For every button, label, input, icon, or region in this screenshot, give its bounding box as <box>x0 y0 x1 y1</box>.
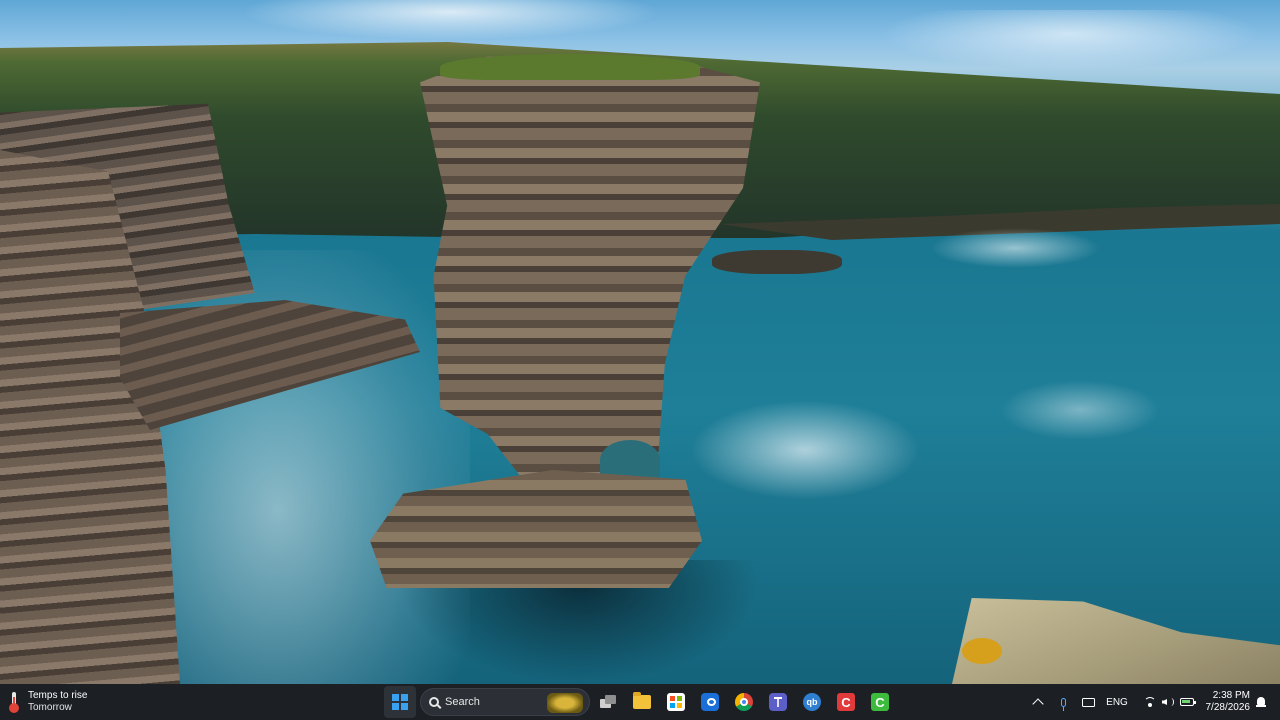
quickbooks-icon: qb <box>803 693 821 711</box>
input-language-button[interactable]: ENG <box>1104 694 1130 710</box>
wifi-icon <box>1144 696 1156 708</box>
bell-icon <box>1256 696 1266 708</box>
microsoft-store-button[interactable] <box>660 686 692 718</box>
teams-button[interactable] <box>762 686 794 718</box>
quick-settings-button[interactable] <box>1138 692 1200 712</box>
wallpaper-foam <box>930 228 1100 268</box>
search-highlight-icon <box>547 693 583 713</box>
wallpaper-foam <box>690 400 920 500</box>
wallpaper-stack-arch <box>600 440 660 480</box>
app-c-green-button[interactable]: C <box>864 686 896 718</box>
wallpaper-foam <box>1000 380 1160 440</box>
search-label: Search <box>445 696 480 708</box>
outlook-button[interactable] <box>694 686 726 718</box>
touch-keyboard-button[interactable] <box>1080 694 1096 710</box>
battery-icon <box>1180 698 1196 706</box>
clock[interactable]: 2:38 PM 7/28/2026 <box>1200 689 1251 715</box>
chrome-icon <box>735 693 753 711</box>
weather-headline: Temps to rise <box>28 690 88 701</box>
wallpaper-cloud <box>240 0 660 40</box>
file-explorer-icon <box>633 692 651 709</box>
language-indicator: ENG <box>1106 696 1128 708</box>
app-c-red-button[interactable]: C <box>830 686 862 718</box>
taskbar-search-box[interactable]: Search <box>420 688 590 716</box>
file-explorer-button[interactable] <box>626 686 658 718</box>
notifications-button[interactable] <box>1254 694 1268 710</box>
desktop-wallpaper <box>0 0 1280 684</box>
start-button[interactable] <box>384 686 416 718</box>
task-view-button[interactable] <box>592 686 624 718</box>
weather-widget[interactable]: Temps to rise Tomorrow <box>8 684 87 720</box>
microphone-icon <box>1060 697 1066 711</box>
wallpaper-lichen <box>962 638 1002 664</box>
microphone-button[interactable] <box>1056 694 1070 711</box>
clock-time: 2:38 PM <box>1212 690 1250 701</box>
microsoft-store-icon <box>667 693 685 711</box>
quickbooks-button[interactable]: qb <box>796 686 828 718</box>
thermometer-icon <box>8 691 20 713</box>
taskbar: Temps to rise Tomorrow Search qb C C ENG… <box>0 684 1280 720</box>
app-c-red-icon: C <box>837 693 855 711</box>
windows-start-icon <box>392 694 408 710</box>
keyboard-icon <box>1081 697 1095 707</box>
wallpaper-rocks <box>712 250 842 274</box>
wallpaper-stack-grass <box>440 54 700 80</box>
wallpaper-cloud <box>880 10 1260 70</box>
clock-date: 7/28/2026 <box>1205 702 1251 713</box>
search-icon <box>429 697 439 707</box>
volume-icon <box>1162 697 1174 707</box>
weather-subtext: Tomorrow <box>28 702 72 713</box>
teams-icon <box>769 693 787 711</box>
task-view-icon <box>600 695 616 709</box>
chevron-up-icon <box>1032 697 1044 710</box>
show-hidden-icons-button[interactable] <box>1030 694 1046 710</box>
wallpaper-corner-rock <box>952 598 1280 684</box>
chrome-button[interactable] <box>728 686 760 718</box>
outlook-icon <box>701 693 719 711</box>
app-c-green-icon: C <box>871 693 889 711</box>
